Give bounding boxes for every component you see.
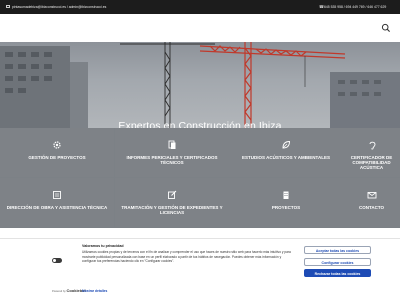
document-icon (168, 140, 176, 149)
ear-icon (369, 141, 375, 150)
cookie-title: Valoramos tu privacidad (82, 244, 124, 248)
services-grid: GESTIÓN DE PROYECTOS INFORMES PERICIALES… (0, 128, 400, 228)
service-label: CONTACTO (358, 205, 385, 210)
contact-phones[interactable]: 645 535 958 / 694 449 769 / 646 477 629 (324, 5, 386, 9)
top-bar: pintasumadebiza@ibizconstrucci.es / admi… (0, 0, 400, 14)
envelope-icon (6, 5, 10, 8)
show-details-link[interactable]: Mostrar detalles (82, 289, 107, 293)
hero-banner: Expertos en Construcción en Ibiza (0, 42, 400, 128)
accept-all-cookies-button[interactable]: Aceptar todas las cookies (304, 246, 371, 254)
site-header (0, 14, 400, 42)
service-label: CERTIFICADOR DE COMPATIBILIDAD ACÚSTICA (350, 155, 393, 171)
service-tile-direccion-obra[interactable]: DIRECCIÓN DE OBRA Y ASISTENCIA TÉCNICA (0, 178, 114, 227)
list-icon (53, 191, 61, 199)
consent-toggle[interactable] (52, 258, 62, 263)
service-label: DIRECCIÓN DE OBRA Y ASISTENCIA TÉCNICA (6, 205, 108, 210)
powered-by-cookiebot[interactable]: Powered by Cookiebot (52, 288, 86, 293)
leaf-icon (282, 141, 290, 149)
service-label: GESTIÓN DE PROYECTOS (28, 155, 86, 160)
service-tile-certificador[interactable]: CERTIFICADOR DE COMPATIBILIDAD ACÚSTICA (343, 128, 400, 177)
gear-icon (53, 141, 61, 149)
service-label: PROYECTOS (271, 205, 301, 210)
service-tile-tramitacion[interactable]: TRAMITACIÓN Y GESTIÓN DE EXPEDIENTES Y L… (115, 178, 229, 227)
configure-cookies-button[interactable]: Configurar cookies (304, 258, 371, 266)
service-tile-informes[interactable]: INFORMES PERICIALES Y CERTIFICADOS TÉCNI… (115, 128, 229, 177)
service-tile-estudios[interactable]: ESTUDIOS ACÚSTICOS Y AMBIENTALES (229, 128, 343, 177)
cookie-description: Utilizamos cookies propias y de terceros… (82, 250, 291, 264)
hero-title: Expertos en Construcción en Ibiza (118, 120, 282, 128)
construction-cranes-image (0, 42, 400, 128)
page-strip (0, 228, 400, 238)
service-label: TRAMITACIÓN Y GESTIÓN DE EXPEDIENTES Y L… (121, 205, 223, 216)
search-icon[interactable] (381, 23, 391, 33)
contact-emails[interactable]: pintasumadebiza@ibizconstrucci.es / admi… (12, 5, 106, 9)
service-tile-contacto[interactable]: CONTACTO (343, 178, 400, 227)
envelope-icon (367, 192, 376, 199)
site-logo[interactable] (8, 21, 66, 35)
service-tile-proyectos[interactable]: PROYECTOS (229, 178, 343, 227)
powered-by-label: Powered by (52, 290, 66, 293)
service-label: INFORMES PERICIALES Y CERTIFICADOS TÉCNI… (126, 155, 218, 166)
service-label: ESTUDIOS ACÚSTICOS Y AMBIENTALES (242, 155, 330, 160)
edit-icon (168, 190, 177, 199)
reject-all-cookies-button[interactable]: Rechazar todas las cookies (304, 269, 371, 277)
service-tile-gestion-proyectos[interactable]: GESTIÓN DE PROYECTOS (0, 128, 114, 177)
building-icon (283, 191, 289, 199)
